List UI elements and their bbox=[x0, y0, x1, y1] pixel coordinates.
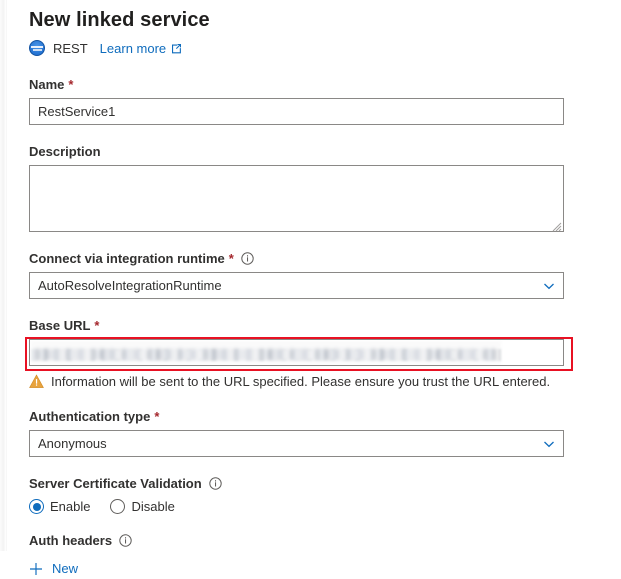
info-icon[interactable] bbox=[119, 534, 132, 547]
description-field-group: Description bbox=[29, 143, 589, 232]
server-certificate-validation-label-text: Server Certificate Validation bbox=[29, 476, 202, 491]
name-label: Name * bbox=[29, 76, 589, 93]
base-url-required-marker: * bbox=[94, 318, 100, 333]
base-url-redacted-text bbox=[35, 349, 495, 360]
integration-runtime-label: Connect via integration runtime * bbox=[29, 250, 589, 267]
base-url-input-container bbox=[25, 337, 589, 371]
radio-disable-label: Disable bbox=[131, 499, 175, 514]
description-textarea-wrap bbox=[29, 165, 564, 232]
chevron-down-icon bbox=[543, 280, 555, 292]
base-url-input[interactable] bbox=[29, 339, 564, 366]
connector-subheader: REST Learn more bbox=[29, 38, 589, 58]
auth-headers-label: Auth headers bbox=[29, 532, 589, 549]
add-auth-header-label: New bbox=[52, 561, 79, 576]
integration-runtime-dropdown[interactable]: AutoResolveIntegrationRuntime bbox=[29, 272, 564, 299]
authentication-type-dropdown[interactable]: Anonymous bbox=[29, 430, 564, 457]
integration-runtime-label-text: Connect via integration runtime bbox=[29, 251, 225, 266]
new-linked-service-panel: New linked service REST Learn more Name … bbox=[0, 0, 621, 576]
plus-icon bbox=[29, 562, 43, 576]
info-icon[interactable] bbox=[241, 252, 254, 265]
page-title: New linked service bbox=[29, 9, 210, 31]
rest-globe-icon bbox=[29, 40, 45, 56]
info-icon[interactable] bbox=[208, 477, 222, 490]
authentication-type-field-group: Authentication type * Anonymous bbox=[29, 408, 589, 457]
external-link-icon bbox=[171, 42, 182, 53]
chevron-down-icon bbox=[543, 438, 555, 450]
radio-enable-label: Enable bbox=[50, 499, 91, 514]
auth-headers-label-text: Auth headers bbox=[29, 533, 113, 548]
authentication-type-label: Authentication type * bbox=[29, 408, 589, 425]
base-url-warning: Information will be sent to the URL spec… bbox=[29, 373, 589, 390]
connector-type-label: REST bbox=[53, 40, 88, 56]
base-url-label-text: Base URL bbox=[29, 318, 91, 333]
warning-text: Information will be sent to the URL spec… bbox=[51, 374, 551, 389]
radio-disable[interactable]: Disable bbox=[110, 499, 175, 514]
integration-runtime-field-group: Connect via integration runtime * AutoRe… bbox=[29, 250, 589, 299]
name-required-marker: * bbox=[68, 77, 74, 92]
radio-enable[interactable]: Enable bbox=[29, 499, 90, 514]
server-certificate-validation-label: Server Certificate Validation bbox=[29, 475, 589, 492]
name-label-text: Name bbox=[29, 77, 65, 92]
learn-more-label: Learn more bbox=[99, 40, 167, 56]
authentication-type-required-marker: * bbox=[154, 409, 160, 424]
add-auth-header-button[interactable]: New bbox=[29, 561, 99, 576]
radio-enable-mark bbox=[29, 499, 44, 514]
base-url-field-group: Base URL * bbox=[25, 317, 589, 371]
name-field-group: Name * bbox=[29, 76, 589, 125]
authentication-type-value: Anonymous bbox=[38, 436, 107, 451]
description-label: Description bbox=[29, 143, 589, 160]
description-label-text: Description bbox=[29, 144, 101, 159]
base-url-label: Base URL * bbox=[29, 317, 589, 334]
description-input[interactable] bbox=[29, 165, 564, 232]
integration-runtime-value: AutoResolveIntegrationRuntime bbox=[38, 278, 222, 293]
learn-more-link[interactable]: Learn more bbox=[100, 41, 182, 56]
base-url-redacted-value bbox=[31, 341, 501, 365]
warning-triangle-icon bbox=[29, 374, 44, 389]
radio-disable-mark bbox=[110, 499, 126, 514]
authentication-type-label-text: Authentication type bbox=[29, 409, 151, 424]
panel-content: New linked service REST Learn more Name … bbox=[25, 0, 589, 576]
auth-headers-group: Auth headers New bbox=[29, 532, 589, 576]
panel-left-divider bbox=[6, 0, 7, 551]
server-certificate-validation-radios: Enable Disable bbox=[29, 499, 589, 514]
name-input[interactable] bbox=[29, 98, 564, 125]
server-certificate-validation-group: Server Certificate Validation Enable Dis… bbox=[29, 475, 589, 514]
integration-runtime-required-marker: * bbox=[228, 251, 234, 266]
